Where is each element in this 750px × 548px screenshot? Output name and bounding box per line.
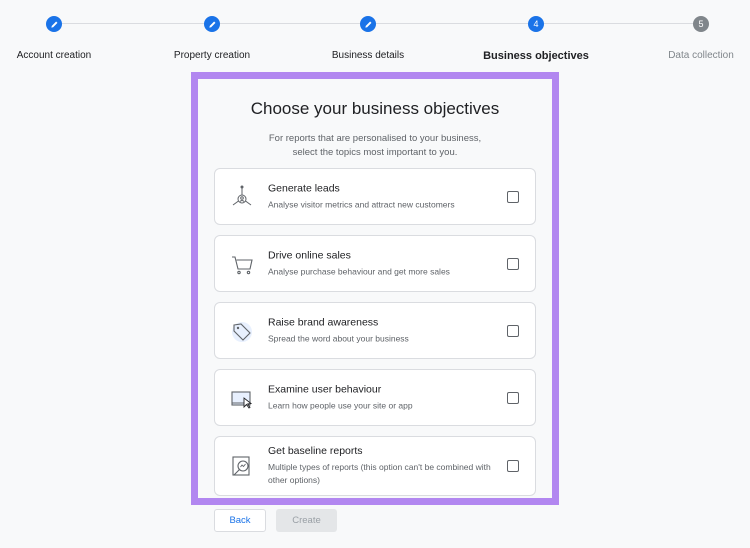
objective-title: Get baseline reports: [268, 445, 363, 457]
step-number: 4: [528, 16, 544, 32]
step-label: Business objectives: [483, 50, 589, 62]
page-subtitle: For reports that are personalised to you…: [198, 132, 552, 160]
pencil-icon: [46, 16, 62, 32]
objective-checkbox[interactable]: [507, 460, 519, 472]
objective-card-raise-brand-awareness[interactable]: Raise brand awareness Spread the word ab…: [214, 302, 536, 359]
card-text: Raise brand awareness Spread the word ab…: [268, 316, 495, 345]
subtitle-line: For reports that are personalised to you…: [268, 133, 482, 144]
pencil-icon: [204, 16, 220, 32]
objective-checkbox[interactable]: [507, 257, 519, 270]
objective-card-get-baseline-reports[interactable]: Get baseline reports Multiple types of r…: [214, 436, 536, 496]
objective-description: Learn how people use your site or app: [268, 400, 413, 410]
magnifier-report-icon: [229, 453, 255, 479]
leads-icon: [229, 184, 255, 210]
objective-title: Raise brand awareness: [268, 316, 379, 328]
objective-title: Drive online sales: [268, 249, 351, 261]
step-number: 5: [693, 16, 709, 32]
objective-title: Examine user behaviour: [268, 383, 382, 395]
card-text: Get baseline reports Multiple types of r…: [268, 445, 495, 487]
objective-checkbox[interactable]: [507, 391, 519, 404]
progress-stepper: Account creation Property creation Busin…: [0, 0, 750, 64]
objectives-panel: Choose your business objectives For repo…: [198, 79, 552, 498]
card-text: Generate leads Analyse visitor metrics a…: [268, 182, 495, 211]
step-business-details[interactable]: Business details: [288, 16, 448, 61]
objective-description: Multiple types of reports (this option c…: [268, 462, 491, 485]
pencil-icon: [360, 16, 376, 32]
step-business-objectives: 4 Business objectives: [456, 16, 616, 62]
objective-description: Spread the word about your business: [268, 333, 409, 343]
create-button[interactable]: Create: [276, 509, 337, 532]
objective-card-generate-leads[interactable]: Generate leads Analyse visitor metrics a…: [214, 168, 536, 225]
objective-checkbox[interactable]: [507, 190, 519, 203]
step-label: Data collection: [668, 50, 734, 61]
step-property-creation[interactable]: Property creation: [132, 16, 292, 61]
step-label: Account creation: [16, 50, 92, 61]
step-label: Business details: [331, 50, 405, 61]
objectives-highlight-frame: Choose your business objectives For repo…: [191, 72, 559, 505]
monitor-cursor-icon: [229, 385, 255, 411]
objective-checkbox[interactable]: [507, 324, 519, 337]
objective-card-examine-user-behaviour[interactable]: Examine user behaviour Learn how people …: [214, 369, 536, 426]
page-title: Choose your business objectives: [250, 99, 500, 118]
shopping-cart-icon: [229, 251, 255, 277]
objective-description: Analyse visitor metrics and attract new …: [268, 199, 455, 209]
objective-title: Generate leads: [268, 182, 340, 194]
tag-icon: [229, 318, 255, 344]
card-text: Drive online sales Analyse purchase beha…: [268, 249, 495, 278]
card-text: Examine user behaviour Learn how people …: [268, 383, 495, 412]
back-button[interactable]: Back: [214, 509, 266, 532]
step-account-creation[interactable]: Account creation: [0, 16, 134, 61]
subtitle-line: select the topics most important to you.: [292, 147, 458, 158]
objective-description: Analyse purchase behaviour and get more …: [268, 266, 450, 276]
step-label: Property creation: [173, 50, 251, 61]
step-data-collection: 5 Data collection: [621, 16, 750, 61]
objective-card-drive-online-sales[interactable]: Drive online sales Analyse purchase beha…: [214, 235, 536, 292]
